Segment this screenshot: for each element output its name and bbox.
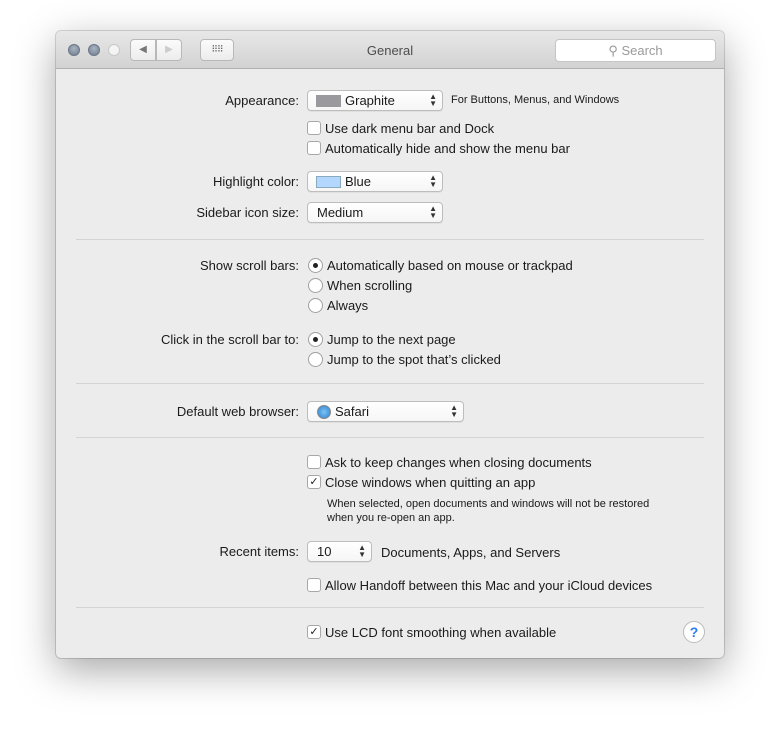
browser-popup[interactable]: Safari ▲ ▼: [307, 401, 464, 422]
scroll-bars-label: Show scroll bars:: [200, 258, 299, 273]
dark-menu-checkbox[interactable]: [307, 121, 321, 135]
safari-icon: [317, 405, 331, 419]
handoff-checkbox[interactable]: [307, 578, 321, 592]
recent-items-suffix: Documents, Apps, and Servers: [381, 545, 561, 560]
close-windows-label: Close windows when quitting an app: [325, 475, 536, 490]
scroll-auto-label: Automatically based on mouse or trackpad: [327, 258, 573, 273]
updown-arrows-icon: ▲ ▼: [358, 543, 366, 559]
auto-hide-label: Automatically hide and show the menu bar: [325, 141, 570, 156]
preferences-window: ◀ ▶ ⠿⠿ General ⚲ Search Appearance: Grap…: [56, 31, 724, 658]
close-windows-note-2: when you re-open an app.: [327, 512, 455, 524]
ask-keep-label: Ask to keep changes when closing documen…: [325, 455, 592, 470]
handoff-label: Allow Handoff between this Mac and your …: [325, 578, 653, 593]
jump-next-page-radio[interactable]: [308, 332, 323, 347]
help-button[interactable]: ?: [683, 621, 705, 643]
browser-value: Safari: [335, 404, 369, 419]
appearance-label: Appearance:: [225, 93, 299, 108]
click-scroll-label: Click in the scroll bar to:: [161, 332, 299, 347]
recent-items-label: Recent items:: [219, 544, 299, 559]
sidebar-size-label: Sidebar icon size:: [196, 205, 299, 220]
scroll-always-radio[interactable]: [308, 298, 323, 313]
updown-arrows-icon: ▲ ▼: [450, 403, 458, 419]
sidebar-size-value: Medium: [317, 205, 364, 220]
scroll-when-label: When scrolling: [327, 278, 413, 293]
recent-items-stepper[interactable]: 10 ▲ ▼: [307, 541, 372, 562]
search-icon: ⚲: [608, 43, 622, 58]
auto-hide-checkbox[interactable]: [307, 141, 321, 155]
scroll-auto-radio[interactable]: [308, 258, 323, 273]
graphite-swatch: [316, 95, 341, 107]
appearance-popup[interactable]: Graphite ▲ ▼: [307, 90, 443, 111]
updown-arrows-icon: ▲ ▼: [429, 92, 437, 108]
lcd-smoothing-checkbox[interactable]: ✓: [307, 625, 321, 639]
divider: [76, 239, 704, 240]
lcd-smoothing-label: Use LCD font smoothing when available: [325, 625, 557, 640]
jump-spot-label: Jump to the spot that’s clicked: [327, 352, 501, 367]
scroll-when-scrolling-radio[interactable]: [308, 278, 323, 293]
close-windows-checkbox[interactable]: ✓: [307, 475, 321, 489]
dark-menu-label: Use dark menu bar and Dock: [325, 121, 495, 136]
updown-arrows-icon: ▲ ▼: [429, 204, 437, 220]
highlight-value: Blue: [345, 174, 372, 189]
divider: [76, 383, 704, 384]
recent-items-value: 10: [317, 544, 332, 559]
search-placeholder: Search: [621, 43, 663, 58]
highlight-label: Highlight color:: [213, 174, 299, 189]
blue-swatch: [316, 176, 341, 188]
browser-label: Default web browser:: [176, 404, 299, 419]
appearance-note: For Buttons, Menus, and Windows: [451, 94, 620, 106]
scroll-always-label: Always: [327, 298, 369, 313]
divider: [76, 437, 704, 438]
search-input[interactable]: ⚲ Search: [555, 39, 716, 62]
updown-arrows-icon: ▲ ▼: [429, 173, 437, 189]
jump-spot-radio[interactable]: [308, 352, 323, 367]
titlebar: ◀ ▶ ⠿⠿ General ⚲ Search: [56, 31, 724, 69]
jump-next-page-label: Jump to the next page: [327, 332, 456, 347]
sidebar-size-popup[interactable]: Medium ▲ ▼: [307, 202, 443, 223]
appearance-value: Graphite: [345, 93, 395, 108]
close-windows-note-1: When selected, open documents and window…: [327, 498, 650, 510]
highlight-popup[interactable]: Blue ▲ ▼: [307, 171, 443, 192]
ask-keep-checkbox[interactable]: [307, 455, 321, 469]
divider: [76, 607, 704, 608]
